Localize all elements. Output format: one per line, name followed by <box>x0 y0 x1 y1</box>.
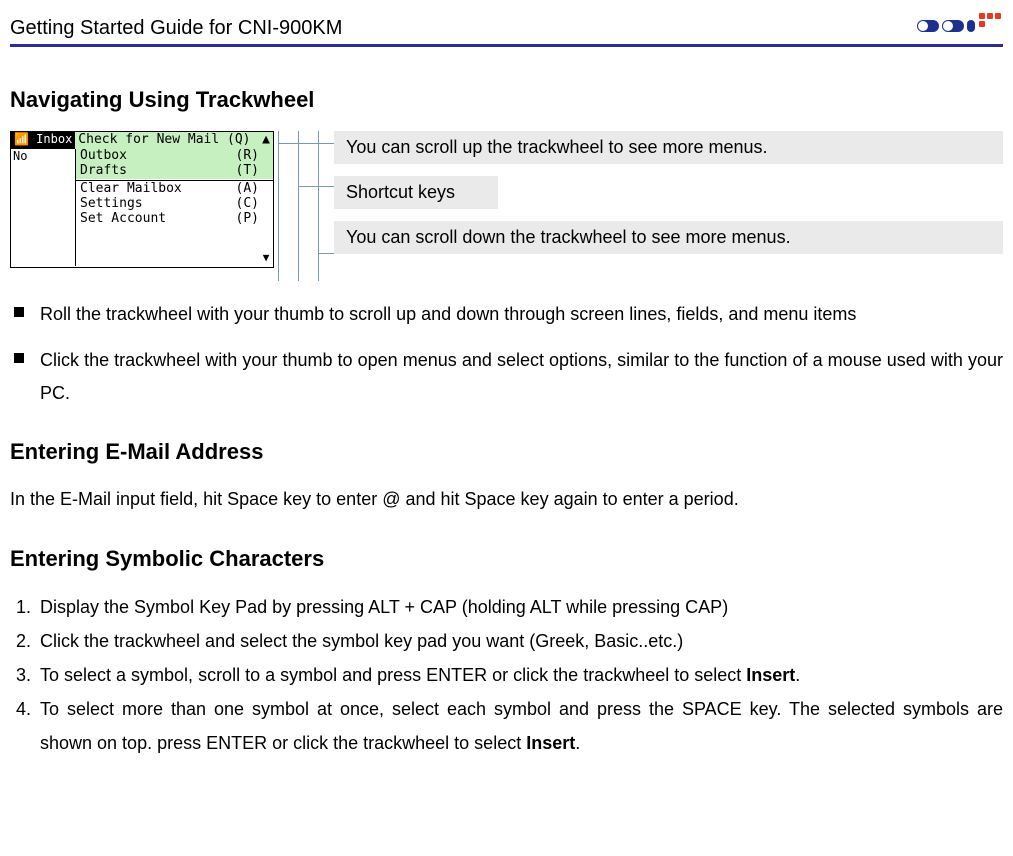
header-title: Getting Started Guide for CNI-900KM <box>10 17 342 40</box>
scr-menu-item: Clear Mailbox(A) <box>76 182 273 197</box>
up-arrow-icon: ▲ <box>262 133 270 148</box>
scr-sidebar-header: 📶 Inbox <box>11 132 75 149</box>
list-item: Display the Symbol Key Pad by pressing A… <box>36 590 1003 624</box>
list-item: To select more than one symbol at once, … <box>36 692 1003 760</box>
list-item: Roll the trackwheel with your thumb to s… <box>10 298 1003 330</box>
scr-top-action: Check for New Mail (Q) <box>78 133 250 148</box>
connector-lines <box>274 131 334 268</box>
scr-menu-item: Drafts(T) <box>76 164 273 179</box>
callout-shortcut-keys: Shortcut keys <box>334 176 498 209</box>
list-item: Click the trackwheel with your thumb to … <box>10 344 1003 409</box>
callout-scroll-up: You can scroll up the trackwheel to see … <box>334 131 1003 164</box>
scroll-down-icon: ▼ <box>263 252 270 265</box>
page-header: Getting Started Guide for CNI-900KM <box>10 10 1003 47</box>
device-screenshot: 📶 Inbox Check for New Mail (Q) ▲ No Outb… <box>10 131 274 268</box>
scr-menu-item: Settings(C) <box>76 197 273 212</box>
section3-heading: Entering Symbolic Characters <box>10 546 1003 572</box>
scr-sidebar-body: No <box>11 149 76 266</box>
section2-body: In the E-Mail input field, hit Space key… <box>10 483 1003 515</box>
section1-bullets: Roll the trackwheel with your thumb to s… <box>10 298 1003 409</box>
section1-heading: Navigating Using Trackwheel <box>10 87 1003 113</box>
list-item: Click the trackwheel and select the symb… <box>36 624 1003 658</box>
scr-menu-item: Outbox(R) <box>76 149 273 164</box>
logo <box>917 10 1003 40</box>
scr-menu: Outbox(R)Drafts(T) Clear Mailbox(A)Settin… <box>76 149 273 266</box>
section3-steps: Display the Symbol Key Pad by pressing A… <box>10 590 1003 761</box>
scr-menu-item: Set Account(P) <box>76 212 273 227</box>
trackwheel-diagram: 📶 Inbox Check for New Mail (Q) ▲ No Outb… <box>10 131 1003 268</box>
section2-heading: Entering E-Mail Address <box>10 439 1003 465</box>
list-item: To select a symbol, scroll to a symbol a… <box>36 658 1003 692</box>
callout-scroll-down: You can scroll down the trackwheel to se… <box>334 221 1003 254</box>
